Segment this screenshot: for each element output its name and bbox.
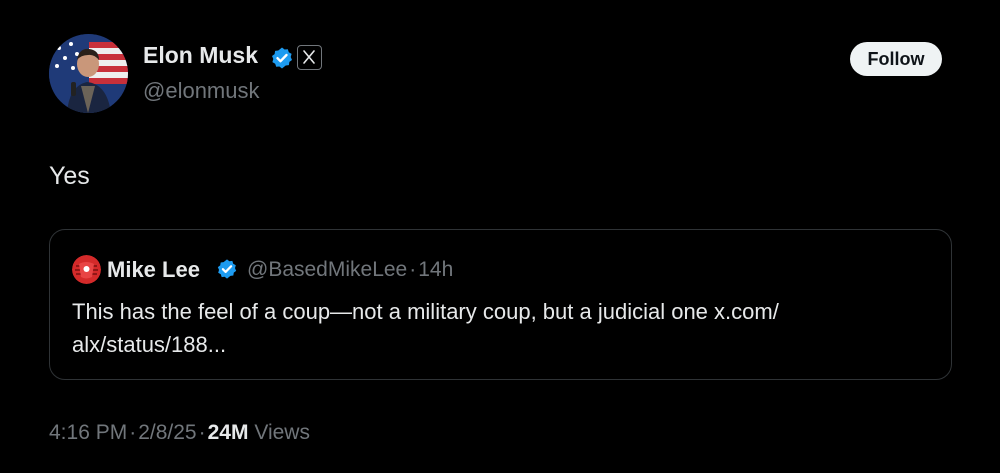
views-label: Views [254,421,310,444]
post-date[interactable]: 2/8/25 [138,421,196,444]
quoted-author-handle[interactable]: @BasedMikeLee [247,258,407,281]
verified-badge-icon [270,46,294,70]
quoted-meta: @BasedMikeLee·14h [247,258,453,282]
post-time[interactable]: 4:16 PM [49,421,127,444]
author-avatar[interactable] [49,34,128,113]
quoted-post-text: This has the feel of a coup—not a milita… [72,299,779,357]
author-name[interactable]: Elon Musk [143,42,258,69]
x-logo-icon[interactable] [297,45,322,70]
quoted-post-age[interactable]: 14h [418,258,453,281]
author-handle[interactable]: @elonmusk [143,78,260,104]
footer-separator: · [129,421,137,444]
quoted-verified-badge-icon [216,258,238,280]
views-count: 24M [207,421,249,444]
post-footer: 4:16 PM·2/8/25·24M Views [49,421,310,445]
post-text: Yes [49,162,90,190]
quoted-author-avatar[interactable] [72,255,101,284]
quoted-author-name[interactable]: Mike Lee [107,257,200,283]
follow-button[interactable]: Follow [850,42,942,76]
meta-separator: · [409,258,417,281]
footer-separator: · [198,421,206,444]
quoted-post-card[interactable]: Mike Lee @BasedMikeLee·14h This has the … [49,229,952,380]
